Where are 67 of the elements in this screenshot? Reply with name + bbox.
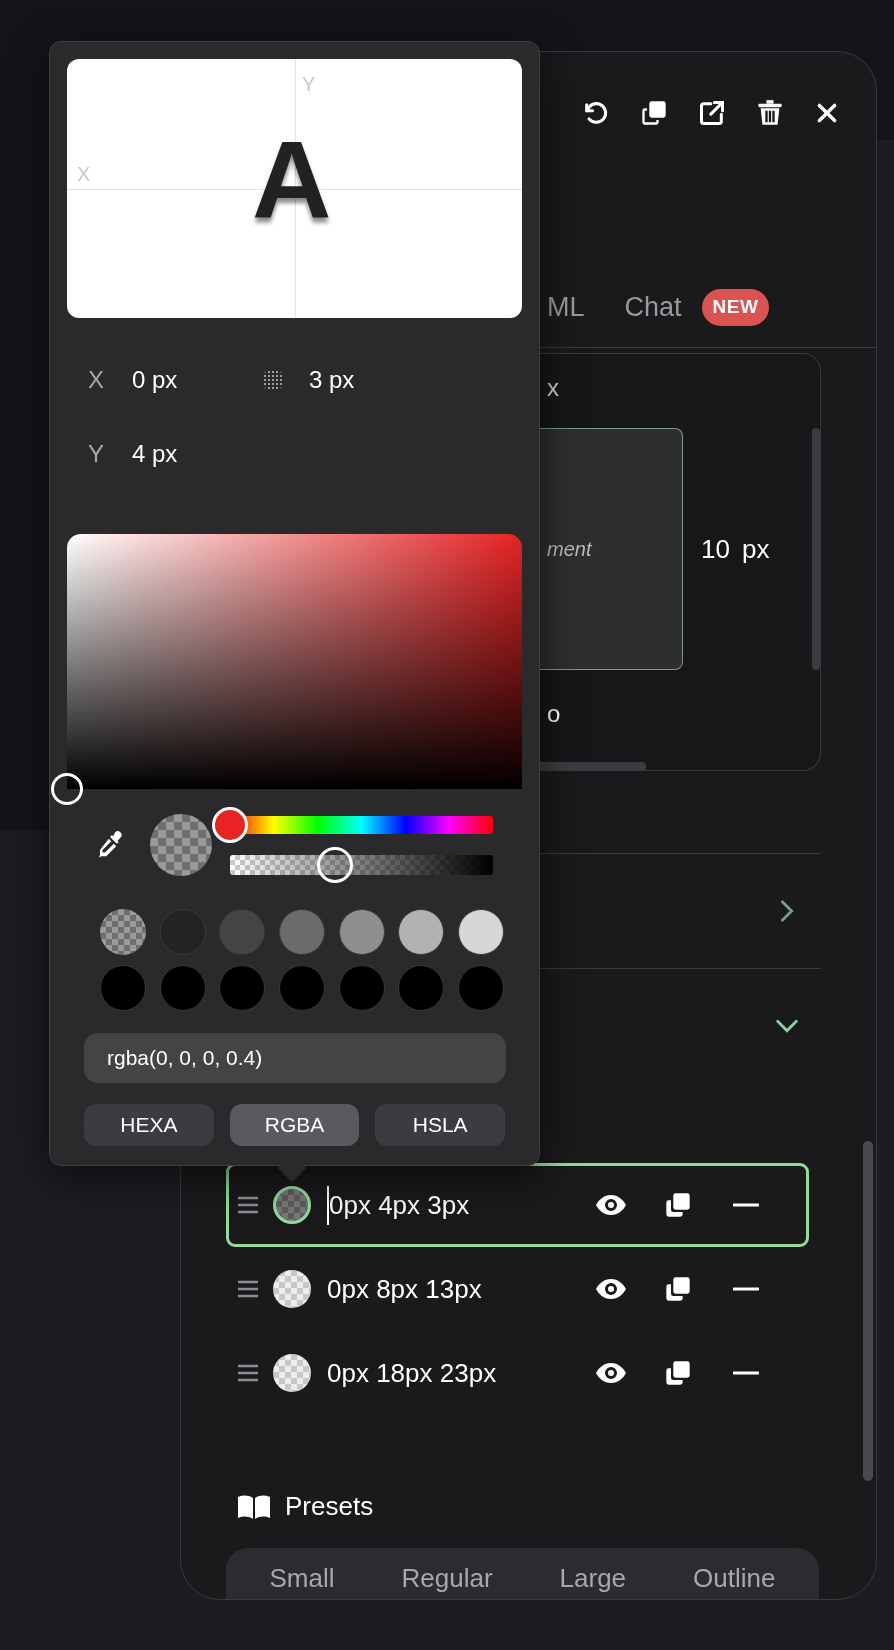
- copy-icon[interactable]: [640, 99, 668, 127]
- copy-icon[interactable]: [664, 1191, 692, 1219]
- tab[interactable]: Chat: [624, 287, 682, 328]
- color-swatch[interactable]: [159, 965, 206, 1011]
- preset-option[interactable]: Large: [553, 1558, 633, 1598]
- undo-icon[interactable]: [582, 99, 610, 127]
- shadow-row[interactable]: 0px 18px 23px: [226, 1331, 809, 1415]
- minus-icon[interactable]: [733, 1370, 759, 1376]
- saturation-area[interactable]: [67, 534, 522, 789]
- card-label: o: [547, 700, 561, 727]
- color-swatch[interactable]: [338, 965, 385, 1011]
- field-label: Y: [88, 439, 105, 469]
- spacing-value: 10: [701, 532, 730, 566]
- drag-handle-icon[interactable]: [237, 1364, 259, 1382]
- field-value[interactable]: 3 px: [309, 362, 355, 398]
- format-button[interactable]: RGBA: [229, 1104, 360, 1146]
- tab[interactable]: ML: [547, 287, 585, 328]
- new-badge: NEW: [701, 289, 770, 326]
- drag-handle-icon[interactable]: [237, 1280, 259, 1298]
- color-swatch[interactable]: [398, 909, 445, 955]
- presets-title: Presets: [285, 1490, 374, 1523]
- eye-icon[interactable]: [595, 1362, 627, 1384]
- format-button[interactable]: HEXA: [84, 1104, 214, 1146]
- blur-icon: [263, 370, 283, 390]
- color-swatch[interactable]: [458, 965, 505, 1011]
- preset-option[interactable]: Regular: [395, 1558, 499, 1598]
- copy-icon[interactable]: [664, 1275, 692, 1303]
- color-swatch[interactable]: [219, 965, 266, 1011]
- preset-option[interactable]: Small: [263, 1558, 341, 1598]
- color-swatch[interactable]: [458, 909, 505, 955]
- minus-icon[interactable]: [733, 1286, 759, 1292]
- book-icon: [237, 1493, 271, 1520]
- preset-option[interactable]: Outline: [687, 1558, 782, 1598]
- color-swatch[interactable]: [279, 909, 325, 955]
- color-swatch[interactable]: [398, 965, 445, 1011]
- slider-thumb[interactable]: [317, 847, 354, 883]
- trash-icon[interactable]: [756, 99, 784, 127]
- minus-icon[interactable]: [733, 1202, 759, 1208]
- field-label: X: [88, 365, 105, 395]
- color-swatch[interactable]: [99, 965, 146, 1011]
- eye-icon[interactable]: [595, 1194, 627, 1216]
- picker-handle[interactable]: [51, 773, 83, 805]
- color-swatch[interactable]: [279, 965, 325, 1011]
- shadow-row[interactable]: 0px 8px 13px: [226, 1247, 809, 1331]
- color-swatch[interactable]: [219, 909, 266, 955]
- scrollbar[interactable]: [812, 428, 820, 670]
- eye-icon[interactable]: [595, 1278, 627, 1300]
- scrollbar[interactable]: [863, 1141, 873, 1481]
- field-value[interactable]: 0 px: [132, 362, 178, 398]
- slider-thumb[interactable]: [212, 807, 248, 843]
- card-label: x: [547, 376, 560, 400]
- shadow-value[interactable]: 0px 4px 3px: [327, 1185, 577, 1225]
- spacing-unit: px: [741, 532, 770, 566]
- preview-letter: A: [252, 124, 332, 234]
- color-value-field[interactable]: rgba(0, 0, 0, 0.4): [84, 1033, 506, 1083]
- color-swatch[interactable]: [273, 1354, 311, 1392]
- field-value[interactable]: 4 px: [132, 436, 178, 472]
- drag-handle-icon[interactable]: [237, 1196, 259, 1214]
- color-swatch[interactable]: [273, 1270, 311, 1308]
- external-link-icon[interactable]: [698, 99, 726, 127]
- color-swatch[interactable]: [99, 909, 146, 955]
- color-swatch[interactable]: [338, 909, 385, 955]
- shadow-value[interactable]: 0px 8px 13px: [327, 1269, 577, 1309]
- color-swatch[interactable]: [159, 909, 206, 955]
- shadow-value[interactable]: 0px 18px 23px: [327, 1353, 577, 1393]
- copy-icon[interactable]: [664, 1359, 692, 1387]
- format-button[interactable]: HSLA: [375, 1104, 505, 1146]
